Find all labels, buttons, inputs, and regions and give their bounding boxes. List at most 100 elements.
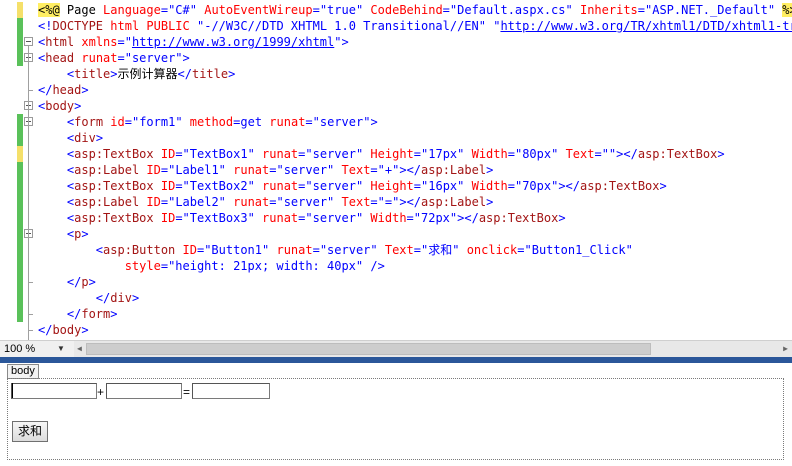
code-line[interactable]: <!DOCTYPE html PUBLIC "-//W3C//DTD XHTML…	[0, 18, 792, 34]
code-token: "Default.aspx.cs"	[449, 3, 573, 17]
code-line[interactable]: <asp:Button ID="Button1" runat="server" …	[0, 242, 792, 258]
code-token: "80px"	[514, 147, 559, 161]
code-line[interactable]: </div>	[0, 290, 792, 306]
scrollbar-thumb[interactable]	[86, 343, 651, 355]
code-line[interactable]: <div>	[0, 130, 792, 146]
code-token: runat	[269, 115, 306, 129]
code-line[interactable]: <head runat="server">	[0, 50, 792, 66]
code-token: %>	[782, 3, 792, 17]
fold-end-mark	[28, 330, 33, 331]
code-text: style="height: 21px; width: 40px" />	[38, 258, 385, 274]
code-token: "	[334, 35, 342, 49]
change-marker	[17, 162, 23, 178]
code-token: =	[305, 115, 313, 129]
code-line[interactable]: <asp:TextBox ID="TextBox2" runat="server…	[0, 178, 792, 194]
code-text: <asp:Button ID="Button1" runat="server" …	[38, 242, 633, 258]
code-token: </	[38, 83, 53, 97]
body-frame[interactable]: + = 求和	[7, 378, 784, 460]
code-line[interactable]: </p>	[0, 274, 792, 290]
code-line[interactable]: <asp:TextBox ID="TextBox3" runat="server…	[0, 210, 792, 226]
textbox2[interactable]	[106, 383, 182, 399]
code-line[interactable]: </form>	[0, 306, 792, 322]
code-text: <!DOCTYPE html PUBLIC "-//W3C//DTD XHTML…	[38, 18, 792, 34]
code-text: <asp:TextBox ID="TextBox3" runat="server…	[38, 210, 566, 226]
code-token: Height	[370, 179, 414, 193]
code-token: "ASP.NET._Default"	[645, 3, 776, 17]
code-line[interactable]: <html xmlns="http://www.w3.org/1999/xhtm…	[0, 34, 792, 50]
code-line[interactable]: style="height: 21px; width: 40px" />	[0, 258, 792, 274]
code-text: <asp:TextBox ID="TextBox2" runat="server…	[38, 178, 667, 194]
code-token: "TextBox2"	[182, 179, 255, 193]
design-view[interactable]: body + = 求和	[0, 363, 792, 466]
code-text: <title>示例计算器</title>	[38, 66, 235, 82]
change-marker	[17, 146, 23, 162]
code-line[interactable]: <form id="form1" method=get runat="serve…	[0, 114, 792, 130]
code-token: ></	[399, 163, 422, 177]
code-token: =	[413, 179, 422, 193]
code-token: asp:Label	[74, 163, 140, 177]
code-text: </body>	[38, 322, 89, 338]
code-token: </	[38, 323, 53, 337]
code-token: =	[160, 195, 169, 209]
horizontal-scrollbar[interactable]: ◀ ▶	[74, 341, 792, 357]
code-token: body	[52, 323, 82, 337]
scroll-left-icon[interactable]: ◀	[77, 341, 82, 357]
code-line[interactable]: <%@ Page Language="C#" AutoEventWireup="…	[0, 2, 792, 18]
code-token: =	[594, 147, 602, 161]
code-token: >	[558, 211, 566, 225]
code-token: ID	[146, 163, 161, 177]
code-token: asp:TextBox	[637, 147, 718, 161]
code-token: form	[74, 115, 104, 129]
textbox1[interactable]	[11, 383, 97, 399]
change-marker	[17, 130, 23, 146]
code-token: =	[312, 243, 320, 257]
change-marker	[17, 178, 23, 194]
textbox3[interactable]	[192, 383, 270, 399]
code-token: >	[95, 131, 104, 145]
code-line[interactable]: <asp:TextBox ID="TextBox1" runat="server…	[0, 146, 792, 162]
code-token: Language	[103, 3, 161, 17]
code-line[interactable]: </body>	[0, 322, 792, 338]
code-editor[interactable]: <%@ Page Language="C#" AutoEventWireup="…	[0, 0, 792, 340]
code-line[interactable]: </head>	[0, 82, 792, 98]
code-token: >	[131, 291, 140, 305]
code-token: "server"	[312, 115, 371, 129]
code-token: runat	[262, 211, 299, 225]
code-token: "Button1_Click"	[524, 243, 633, 257]
code-token: =	[312, 3, 320, 17]
code-token: asp:TextBox	[74, 147, 154, 161]
change-marker	[17, 194, 23, 210]
code-text: <%@ Page Language="C#" AutoEventWireup="…	[38, 2, 792, 18]
code-token: body	[45, 99, 75, 113]
code-line[interactable]: <title>示例计算器</title>	[0, 66, 792, 82]
sum-button[interactable]: 求和	[12, 421, 48, 442]
zoom-dropdown[interactable]: 100 % ▼	[1, 341, 71, 357]
code-token: runat	[262, 179, 299, 193]
change-marker	[17, 258, 23, 274]
scroll-right-icon[interactable]: ▶	[783, 341, 788, 357]
code-line[interactable]: <body>	[0, 98, 792, 114]
code-line[interactable]: <asp:Label ID="Label1" runat="server" Te…	[0, 162, 792, 178]
code-line[interactable]: <p>	[0, 226, 792, 242]
code-token: =	[507, 147, 515, 161]
code-token: =	[160, 259, 169, 273]
collapse-icon[interactable]	[24, 37, 33, 46]
code-token: =	[507, 179, 515, 193]
code-token: head	[45, 51, 75, 65]
code-token: >	[370, 115, 378, 129]
code-token: >	[110, 307, 118, 321]
code-token: onclick	[466, 243, 518, 257]
code-line[interactable]: <asp:Label ID="Label2" runat="server" Te…	[0, 194, 792, 210]
code-token: asp:TextBox	[580, 179, 660, 193]
code-token: >	[486, 163, 494, 177]
code-token: =	[517, 243, 525, 257]
body-tag-label[interactable]: body	[7, 364, 39, 379]
code-token: =	[370, 195, 378, 209]
